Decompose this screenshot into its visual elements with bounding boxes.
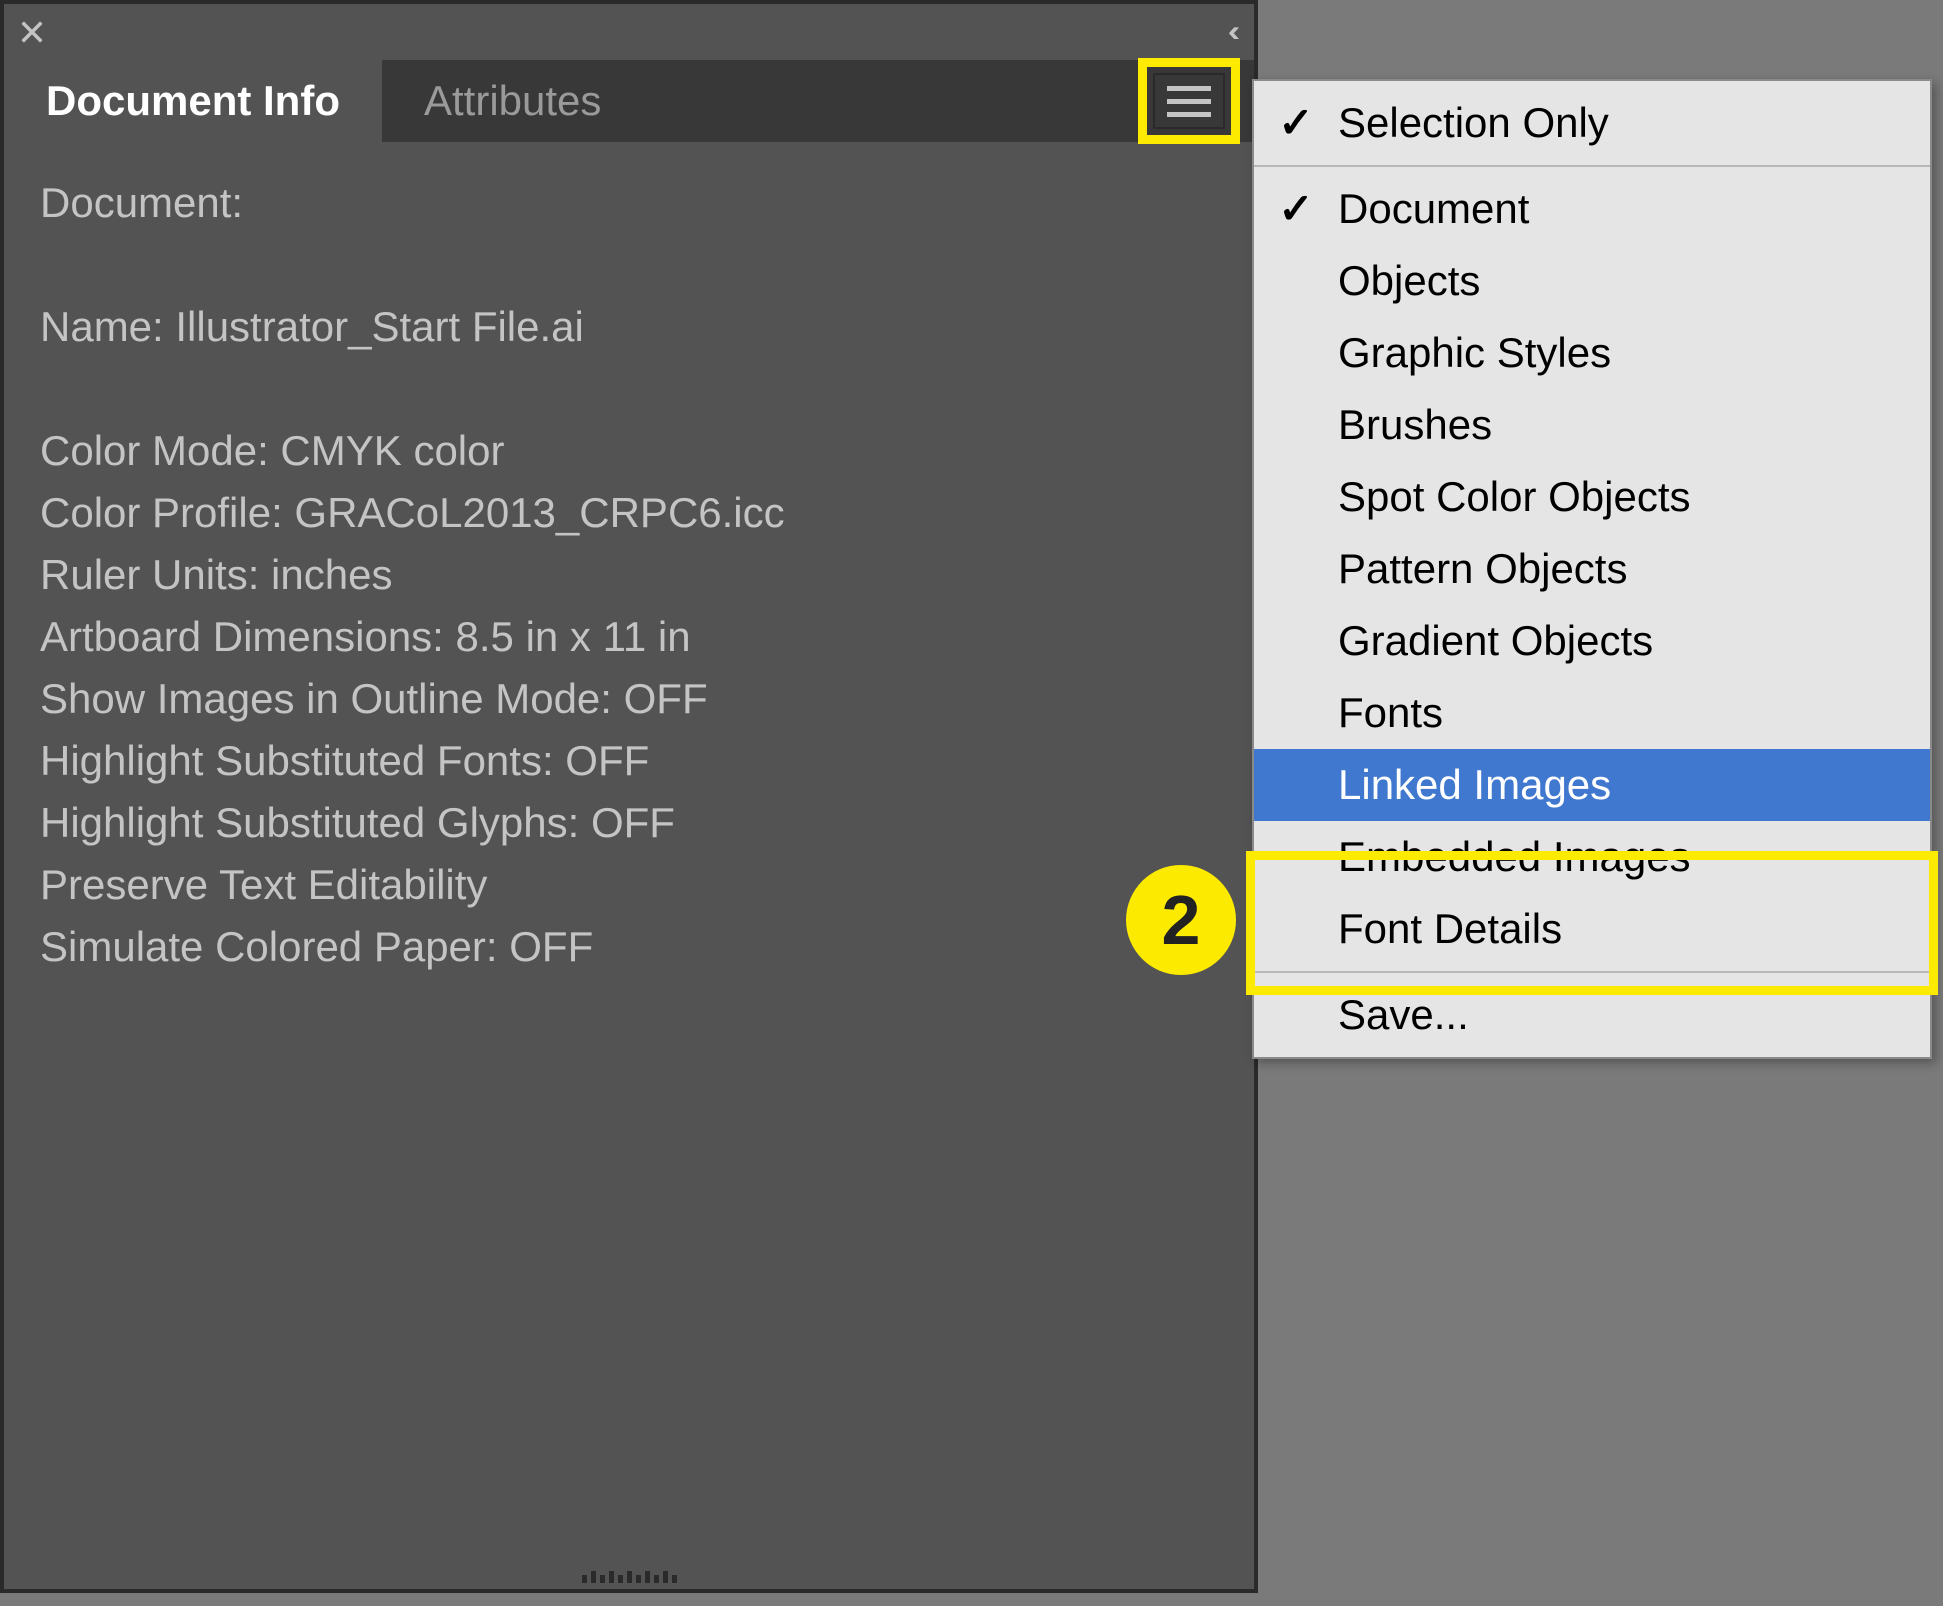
menu-item-selection-only[interactable]: Selection Only [1254,87,1930,159]
checkmark-icon [1254,179,1338,239]
tab-spacer [643,60,1138,142]
menu-item-label: Pattern Objects [1338,539,1627,599]
panel-flyout-menu: Selection Only Document Objects Graphic … [1252,79,1932,1059]
ruler-units-line: Ruler Units: inches [40,544,1218,606]
menu-item-graphic-styles[interactable]: Graphic Styles [1254,317,1930,389]
highlight-sub-fonts-line: Highlight Substituted Fonts: OFF [40,730,1218,792]
menu-item-label: Font Details [1338,899,1562,959]
show-images-outline-line: Show Images in Outline Mode: OFF [40,668,1218,730]
menu-item-gradient-objects[interactable]: Gradient Objects [1254,605,1930,677]
hamburger-highlight [1138,58,1240,144]
menu-item-label: Save... [1338,985,1469,1045]
panel-body: Document: Name: Illustrator_Start File.a… [4,142,1254,1008]
menu-item-label: Graphic Styles [1338,323,1611,383]
panel-menu-icon[interactable] [1153,73,1225,129]
tab-document-info[interactable]: Document Info [4,60,382,142]
color-profile-line: Color Profile: GRACoL2013_CRPC6.icc [40,482,1218,544]
document-info-panel: ‹‹ Document Info Attributes Document: Na… [0,0,1258,1593]
menu-item-pattern-objects[interactable]: Pattern Objects [1254,533,1930,605]
preserve-text-line: Preserve Text Editability [40,854,1218,916]
menu-item-linked-images[interactable]: Linked Images [1254,749,1930,821]
menu-item-embedded-images[interactable]: Embedded Images [1254,821,1930,893]
simulate-paper-line: Simulate Colored Paper: OFF [40,916,1218,978]
menu-item-label: Selection Only [1338,93,1609,153]
highlight-sub-glyphs-line: Highlight Substituted Glyphs: OFF [40,792,1218,854]
document-label: Document: [40,172,1218,234]
menu-item-label: Objects [1338,251,1480,311]
menu-item-save[interactable]: Save... [1254,979,1930,1051]
panel-titlebar: ‹‹ [4,4,1254,60]
menu-item-brushes[interactable]: Brushes [1254,389,1930,461]
menu-item-spot-color-objects[interactable]: Spot Color Objects [1254,461,1930,533]
close-icon[interactable] [18,18,46,46]
menu-item-label: Spot Color Objects [1338,467,1691,527]
menu-item-label: Document [1338,179,1529,239]
menu-item-objects[interactable]: Objects [1254,245,1930,317]
color-mode-line: Color Mode: CMYK color [40,420,1218,482]
menu-item-label: Linked Images [1338,755,1611,815]
tab-bar: Document Info Attributes [4,60,1254,142]
tab-attributes[interactable]: Attributes [382,60,643,142]
artboard-dimensions-line: Artboard Dimensions: 8.5 in x 11 in [40,606,1218,668]
resize-grip-icon[interactable] [569,1569,689,1583]
menu-item-label: Gradient Objects [1338,611,1653,671]
document-name: Name: Illustrator_Start File.ai [40,296,1218,358]
checkmark-icon [1254,93,1338,153]
callout-badge-2: 2 [1126,865,1236,975]
collapse-icon[interactable]: ‹‹ [1228,15,1240,49]
menu-item-document[interactable]: Document [1254,173,1930,245]
menu-item-font-details[interactable]: Font Details [1254,893,1930,965]
hamburger-wrapper [1138,60,1254,142]
menu-item-label: Brushes [1338,395,1492,455]
menu-item-fonts[interactable]: Fonts [1254,677,1930,749]
menu-item-label: Fonts [1338,683,1443,743]
menu-item-label: Embedded Images [1338,827,1691,887]
